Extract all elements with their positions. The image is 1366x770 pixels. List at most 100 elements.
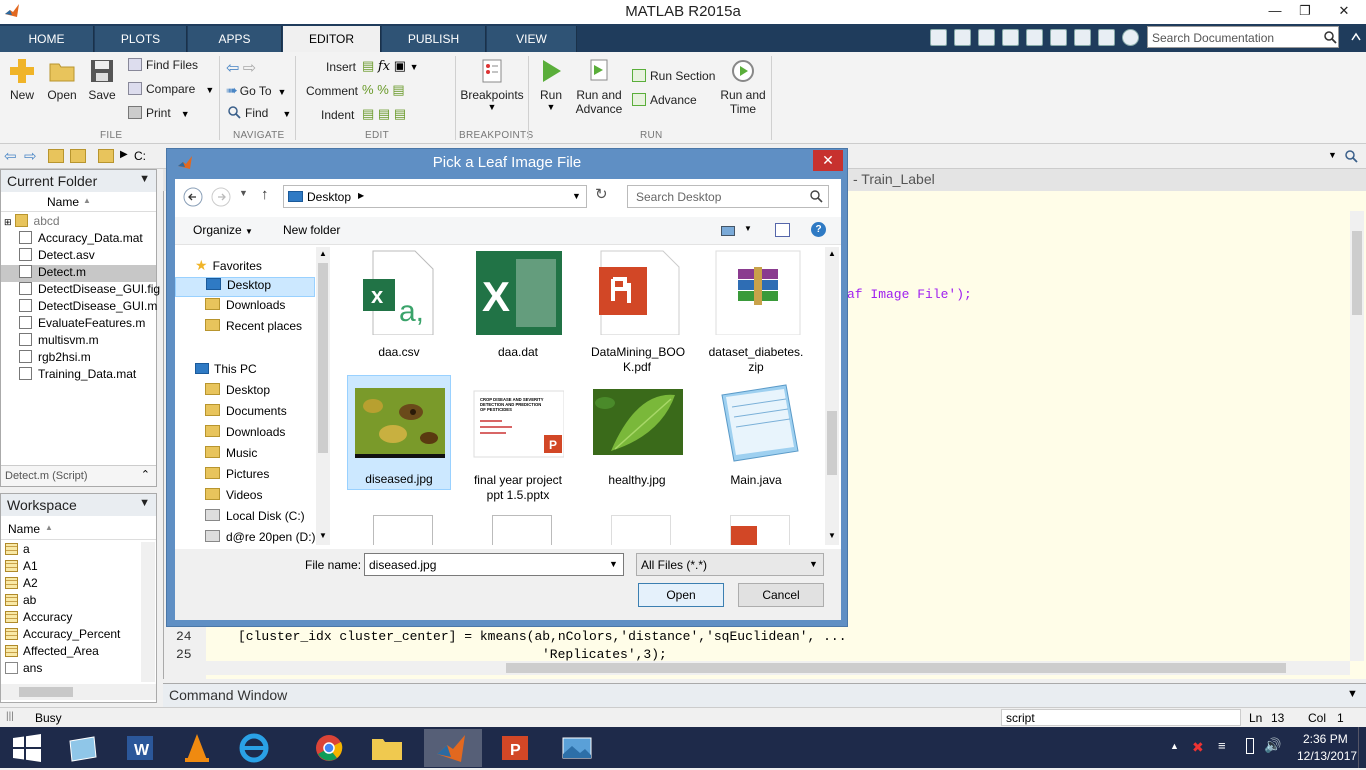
- file-explorer-tile-icon[interactable]: [56, 729, 110, 767]
- workspace-horizontal-scrollbar[interactable]: [1, 684, 156, 700]
- file-type-select[interactable]: All Files (*.*) ▼: [636, 553, 824, 576]
- insert-section-icon[interactable]: ▤: [362, 58, 374, 73]
- back-arrow-icon[interactable]: [183, 187, 203, 207]
- nav-item-documents[interactable]: Documents: [205, 404, 287, 424]
- redo-icon[interactable]: [1074, 29, 1091, 46]
- tab-editor[interactable]: EDITOR: [283, 26, 381, 52]
- new-button[interactable]: New: [6, 57, 38, 102]
- open-button[interactable]: Open: [46, 57, 78, 102]
- path-back-icon[interactable]: ⇦: [4, 147, 17, 165]
- close-window-button[interactable]: ✕: [1322, 0, 1366, 22]
- word-icon[interactable]: W: [113, 729, 167, 767]
- path-forward-icon[interactable]: ⇨: [24, 147, 37, 165]
- scroll-thumb[interactable]: [1352, 231, 1362, 315]
- search-icon[interactable]: [1323, 30, 1337, 44]
- increase-indent-icon[interactable]: ▤: [378, 106, 390, 121]
- layout-icon[interactable]: [930, 29, 947, 46]
- run-and-advance-button[interactable]: Run and Advance: [574, 57, 624, 116]
- list-item[interactable]: Accuracy_Data.mat: [19, 231, 143, 248]
- clock-date[interactable]: 12/13/2017: [1297, 749, 1357, 763]
- workspace-column-header[interactable]: Name ▲: [1, 516, 156, 540]
- matlab-taskbar-button[interactable]: [424, 729, 482, 767]
- scroll-thumb[interactable]: [506, 663, 1286, 673]
- maximize-button[interactable]: ❐: [1290, 0, 1320, 22]
- scroll-up-icon[interactable]: ▲: [319, 249, 327, 258]
- insert-dropdown-icon[interactable]: ▼: [410, 62, 419, 72]
- file-item-healthy-jpg[interactable]: healthy.jpg: [585, 381, 689, 488]
- recent-locations-dropdown-icon[interactable]: ▼: [239, 188, 248, 198]
- panel-menu-icon[interactable]: ▼: [1347, 688, 1358, 700]
- column-header[interactable]: Name ▲: [1, 192, 156, 212]
- preview-pane-icon[interactable]: [775, 223, 790, 237]
- scroll-down-icon[interactable]: ▼: [319, 531, 327, 540]
- breadcrumb-arrow-icon[interactable]: ▶: [358, 191, 364, 200]
- list-item[interactable]: DetectDisease_GUI.fig: [19, 282, 160, 299]
- save-button[interactable]: Save: [86, 57, 118, 102]
- indent-tools[interactable]: ▤ ▤ ▤: [362, 106, 406, 122]
- run-section-button[interactable]: Run Section: [632, 69, 715, 83]
- copy-icon[interactable]: [1002, 29, 1019, 46]
- nav-item-pictures[interactable]: Pictures: [205, 467, 269, 487]
- run-button[interactable]: Run ▼: [536, 57, 566, 112]
- vlc-icon[interactable]: [170, 729, 224, 767]
- decrease-indent-icon[interactable]: ▤: [394, 106, 406, 121]
- change-view-icon[interactable]: [721, 226, 735, 236]
- forward-arrow-icon[interactable]: ⇨: [243, 60, 256, 77]
- nav-vertical-scrollbar[interactable]: ▲ ▼: [316, 247, 330, 545]
- dialog-title-bar[interactable]: Pick a Leaf Image File: [167, 149, 847, 177]
- workspace-vertical-scrollbar[interactable]: [141, 542, 155, 682]
- breakpoints-button[interactable]: Breakpoints ▼: [460, 57, 524, 112]
- list-item-selected[interactable]: Detect.m: [1, 265, 156, 282]
- smart-indent-icon[interactable]: ▤: [362, 106, 374, 121]
- file-vertical-scrollbar[interactable]: ▲ ▼: [825, 247, 839, 545]
- find-button[interactable]: Find ▼: [228, 106, 291, 120]
- list-item[interactable]: multisvm.m: [19, 333, 99, 350]
- browse-folder-icon[interactable]: [70, 149, 86, 163]
- file-type-dropdown-icon[interactable]: ▼: [809, 559, 818, 569]
- cut-icon[interactable]: [978, 29, 995, 46]
- back-forward-buttons[interactable]: ⇦ ⇨: [226, 58, 256, 78]
- comment-tools[interactable]: % % ▤: [362, 82, 405, 98]
- powerpoint-icon[interactable]: P: [488, 729, 542, 767]
- file-item-partial[interactable]: [730, 515, 790, 545]
- documentation-search-input[interactable]: Search Documentation: [1147, 26, 1339, 48]
- tab-home[interactable]: HOME: [0, 26, 94, 52]
- comment-label[interactable]: Comment: [306, 84, 358, 98]
- back-arrow-icon[interactable]: ⇦: [226, 60, 239, 77]
- folder-explorer-icon[interactable]: [360, 729, 414, 767]
- list-item[interactable]: Detect.asv: [19, 248, 95, 265]
- panel-menu-icon[interactable]: ▼: [139, 173, 150, 185]
- up-folder-icon[interactable]: [48, 149, 64, 163]
- print-button[interactable]: Print ▼: [128, 106, 190, 120]
- file-name-input[interactable]: diseased.jpg ▼: [364, 553, 624, 576]
- nav-item-desktop-selected[interactable]: Desktop: [175, 277, 315, 297]
- help-icon[interactable]: ?: [811, 222, 826, 237]
- scroll-up-icon[interactable]: ▲: [828, 249, 836, 258]
- scroll-down-icon[interactable]: ▼: [828, 531, 836, 540]
- switch-windows-icon[interactable]: [1098, 29, 1115, 46]
- editor-horizontal-scrollbar[interactable]: [206, 661, 1350, 675]
- file-item-main-java[interactable]: Main.java: [704, 381, 808, 488]
- path-search-icon[interactable]: [1344, 149, 1358, 163]
- expand-icon[interactable]: ⊞: [4, 217, 12, 227]
- address-bar[interactable]: Desktop ▶ ▼: [283, 185, 587, 208]
- compare-button[interactable]: Compare ▼: [128, 82, 214, 96]
- comment-icon[interactable]: %: [362, 82, 374, 97]
- file-item-final-year-pptx[interactable]: CROP DISEASE AND SEVERITY DETECTION AND P…: [466, 381, 570, 503]
- chevron-up-icon[interactable]: ⌃: [141, 468, 150, 481]
- network-icon[interactable]: ✖: [1192, 739, 1204, 756]
- file-item-partial[interactable]: [611, 515, 671, 545]
- show-desktop-button[interactable]: [1358, 727, 1366, 768]
- refresh-icon[interactable]: ↻: [595, 185, 608, 203]
- list-item[interactable]: DetectDisease_GUI.m: [19, 299, 157, 316]
- command-window-header[interactable]: Command Window ▼: [163, 683, 1366, 707]
- cancel-button[interactable]: Cancel: [738, 583, 824, 607]
- uncomment-icon[interactable]: %: [377, 82, 389, 97]
- list-item[interactable]: EvaluateFeatures.m: [19, 316, 145, 333]
- tab-plots[interactable]: PLOTS: [95, 26, 187, 52]
- collapse-toolstrip-icon[interactable]: [1350, 30, 1362, 44]
- insert-fi-icon[interactable]: ▣: [394, 58, 406, 73]
- save-icon[interactable]: [954, 29, 971, 46]
- scroll-thumb[interactable]: [827, 411, 837, 475]
- run-and-time-button[interactable]: Run and Time: [718, 57, 768, 116]
